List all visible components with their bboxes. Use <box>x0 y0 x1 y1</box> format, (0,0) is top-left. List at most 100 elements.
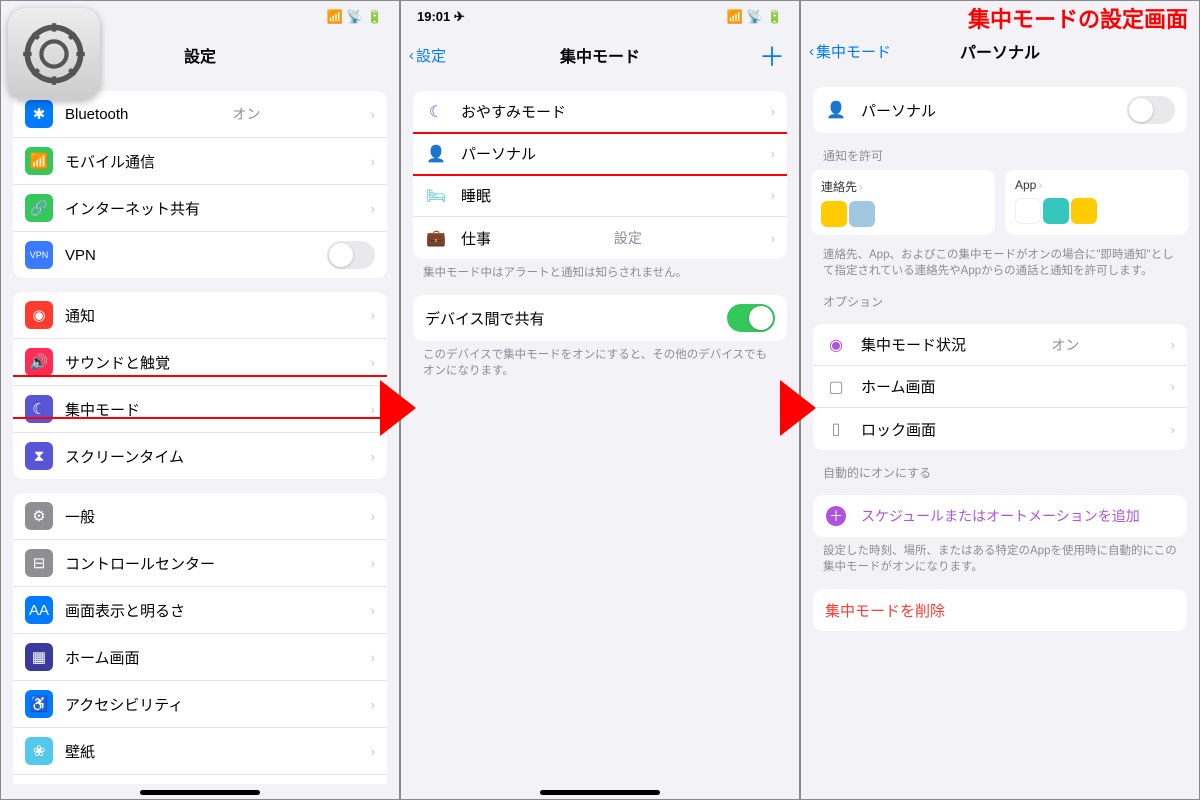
chevron-icon: › <box>371 509 375 524</box>
chevron-icon: › <box>371 650 375 665</box>
status-time: 19:01 <box>417 9 450 24</box>
toggle-share[interactable] <box>727 304 775 332</box>
list-row[interactable]: ☾ 集中モード › <box>13 386 387 433</box>
plus-icon: ＋ <box>825 506 847 526</box>
row-label: 集中モード状況 <box>861 334 966 355</box>
toggle[interactable] <box>327 241 375 269</box>
chevron-icon: › <box>371 355 375 370</box>
chevron-icon: › <box>371 402 375 417</box>
settings-app-icon <box>8 8 100 100</box>
list-row[interactable]: ▦ ホーム画面 › <box>13 634 387 681</box>
row-share-devices[interactable]: デバイス間で共有 <box>413 295 787 341</box>
row-icon: 🔗 <box>25 194 53 222</box>
home-indicator[interactable] <box>140 790 260 795</box>
chevron-icon: › <box>771 231 775 246</box>
row-icon: VPN <box>25 241 53 269</box>
row-label: ホーム画面 <box>861 376 936 397</box>
row-delete-focus[interactable]: 集中モードを削除 <box>813 589 1187 631</box>
chevron-icon: › <box>371 603 375 618</box>
chevron-icon: › <box>371 107 375 122</box>
row-icon: ◉ <box>825 335 847 355</box>
back-button[interactable]: ‹ 設定 <box>409 45 446 66</box>
list-row[interactable]: 🔗 インターネット共有 › <box>13 185 387 232</box>
row-value: オン <box>233 104 267 124</box>
arrow-icon <box>780 380 816 436</box>
chevron-icon: › <box>371 201 375 216</box>
list-row[interactable]: ▯ ロック画面 › <box>813 408 1187 450</box>
list-row[interactable]: 📶モバイル通信› <box>13 138 387 185</box>
battery-icon: 🔋 <box>367 9 383 25</box>
row-label: パーソナル <box>861 100 936 121</box>
list-row[interactable]: 💼 仕事 設定 › <box>413 217 787 259</box>
row-label: モバイル通信 <box>65 151 155 172</box>
list-row[interactable]: ▢ホーム画面› <box>813 366 1187 408</box>
row-add-schedule[interactable]: ＋ スケジュールまたはオートメーションを追加 <box>813 495 1187 537</box>
row-label: ロック画面 <box>861 419 936 440</box>
chevron-icon: › <box>1171 379 1175 394</box>
list-row[interactable]: VPN VPN <box>13 232 387 278</box>
list-row[interactable]: ♿ アクセシビリティ › <box>13 681 387 728</box>
list-row[interactable]: ☾おやすみモード› <box>413 91 787 133</box>
row-icon: ❀ <box>25 737 53 765</box>
card-apps[interactable]: App› <box>1005 170 1189 235</box>
row-value: 設定 <box>614 228 648 248</box>
row-label: デバイス間で共有 <box>425 308 545 329</box>
row-label: 集中モード <box>65 399 140 420</box>
chevron-icon: › <box>1171 422 1175 437</box>
row-label: スケジュールまたはオートメーションを追加 <box>861 506 1140 526</box>
row-personal-toggle[interactable]: 👤 パーソナル <box>813 87 1187 133</box>
row-label: スクリーンタイム <box>65 446 184 467</box>
chevron-icon: › <box>371 697 375 712</box>
row-label: おやすみモード <box>461 101 566 122</box>
row-label: アクセシビリティ <box>65 694 183 715</box>
row-icon: ✱ <box>25 100 53 128</box>
list-row[interactable]: 🔊サウンドと触覚› <box>13 339 387 386</box>
list-row[interactable]: ◉集中モード状況オン› <box>813 324 1187 366</box>
row-label: VPN <box>65 247 96 264</box>
back-button[interactable]: ‹ 集中モード <box>809 41 891 62</box>
card-contacts[interactable]: 連絡先› <box>811 170 995 235</box>
row-icon: ☾ <box>25 395 53 423</box>
row-icon: AA <box>25 596 53 624</box>
list-row[interactable]: ❀壁紙› <box>13 728 387 775</box>
screen-focus-list: 19:01 ✈ 📶📡🔋 ‹ 設定 集中モード ＋ ☾おやすみモード›👤パーソナル… <box>400 0 800 800</box>
footer-text: 設定した時刻、場所、またはある特定のAppを使用時に自動的にこの集中モードがオン… <box>801 537 1199 575</box>
screen-focus-personal: ‹ 集中モード パーソナル 👤 パーソナル 通知を許可 連絡先› App› 連絡… <box>800 0 1200 800</box>
nav-title: 集中モード <box>560 43 640 67</box>
list-row[interactable]: ⚙ 一般 › <box>13 493 387 540</box>
row-label: コントロールセンター <box>65 553 215 574</box>
list-row[interactable]: ⊟コントロールセンター› <box>13 540 387 587</box>
list-row[interactable]: 👤パーソナル› <box>413 133 787 175</box>
footer-text: 集中モード中はアラートと通知は知らされません。 <box>401 259 799 281</box>
signal-icon: 📶 <box>326 9 342 25</box>
row-label: 一般 <box>65 506 95 527</box>
row-icon: ♿ <box>25 690 53 718</box>
list-row[interactable]: ⧗スクリーンタイム› <box>13 433 387 479</box>
row-label: インターネット共有 <box>65 198 200 219</box>
add-button[interactable]: ＋ <box>759 37 785 74</box>
row-icon: 💼 <box>425 228 447 248</box>
list-row[interactable]: ◉通知› <box>13 292 387 339</box>
row-icon: ⚙ <box>25 502 53 530</box>
nav-title: 設定 <box>184 43 216 67</box>
footer-text: このデバイスで集中モードをオンにすると、その他のデバイスでもオンになります。 <box>401 341 799 379</box>
section-header: 通知を許可 <box>801 133 1199 164</box>
chevron-icon: › <box>771 104 775 119</box>
list-row[interactable]: 🛏睡眠› <box>413 175 787 217</box>
row-label: 睡眠 <box>461 185 491 206</box>
home-indicator[interactable] <box>540 790 660 795</box>
row-icon: ▯ <box>825 419 847 439</box>
toggle-personal[interactable] <box>1127 96 1175 124</box>
chevron-icon: › <box>371 744 375 759</box>
chevron-icon: › <box>371 308 375 323</box>
status-bar: 19:01 ✈ 📶📡🔋 <box>401 1 799 33</box>
row-icon: 🔊 <box>25 348 53 376</box>
list-row[interactable]: AA画面表示と明るさ› <box>13 587 387 634</box>
list-row[interactable]: ◐Siriと検索› <box>13 775 387 784</box>
row-label: ホーム画面 <box>65 647 140 668</box>
arrow-icon <box>380 380 416 436</box>
chevron-icon: › <box>1171 337 1175 352</box>
row-label: 仕事 <box>461 228 491 249</box>
row-icon: ▦ <box>25 643 53 671</box>
chevron-icon: › <box>771 146 775 161</box>
